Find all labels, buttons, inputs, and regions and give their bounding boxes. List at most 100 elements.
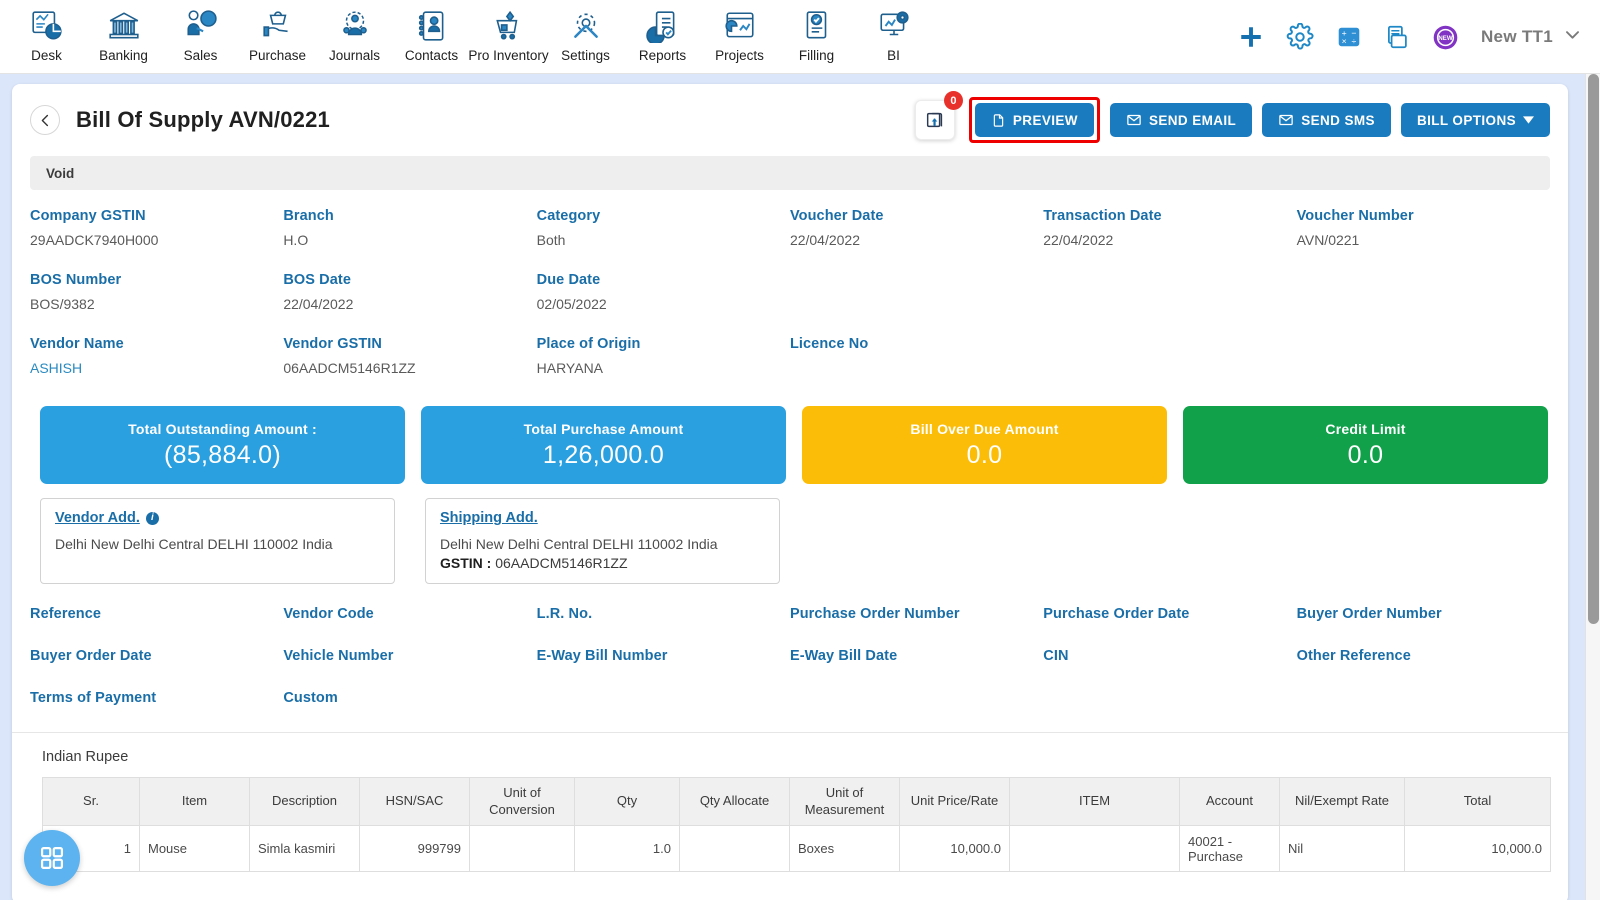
user-menu[interactable]: New TT1 <box>1481 25 1582 49</box>
field-value <box>1043 296 1284 314</box>
nav-item-label: BI <box>887 48 900 63</box>
field-row-labels: Vendor Name Vendor GSTIN Place of Origin Li… <box>30 336 1550 352</box>
nav-item-label: Projects <box>715 48 764 63</box>
field-cell: BOS Date <box>283 272 536 288</box>
field-cell: Vendor Name <box>30 336 283 352</box>
nav-item-filling[interactable]: Filling <box>778 0 855 63</box>
nav-item-settings[interactable]: Settings <box>547 0 624 63</box>
field-cell: BOS/9382 <box>30 288 283 314</box>
field-cell: 22/04/2022 <box>790 224 1043 250</box>
nav-item-sales[interactable]: Sales <box>162 0 239 63</box>
field-cell: Licence No <box>790 336 1043 352</box>
field-label: Buyer Order Number <box>1296 606 1442 622</box>
svg-text:×: × <box>1342 36 1347 46</box>
detail-header: Bill Of Supply AVN/0221 0 PREVIEW SEND E… <box>12 84 1568 156</box>
nav-item-label: Filling <box>798 48 835 63</box>
nav-item-journals[interactable]: Journals <box>316 0 393 63</box>
send-sms-button[interactable]: SEND SMS <box>1262 103 1391 137</box>
field-cell: Buyer Order Date <box>30 648 283 664</box>
notes-icon[interactable] <box>1384 24 1410 50</box>
contacts-icon <box>415 6 449 46</box>
field-cell: Vendor Code <box>283 606 536 622</box>
field-cell <box>1297 352 1550 378</box>
attachment-upload[interactable]: 0 <box>914 91 963 140</box>
summary-card: Bill Over Due Amount 0.0 <box>802 406 1167 484</box>
shipping-address-title[interactable]: Shipping Add. <box>440 510 538 526</box>
table-cell-hsn-sac: 999799 <box>359 825 470 872</box>
chevron-down-icon <box>1563 25 1582 49</box>
settings-icon <box>569 6 603 46</box>
field-cell: AVN/0221 <box>1297 224 1550 250</box>
apps-grid-icon[interactable] <box>24 830 80 886</box>
attachment-count-badge: 0 <box>943 91 963 110</box>
table-column-header: Sr. <box>42 777 140 826</box>
table-cell-unit-of-measurement: Boxes <box>789 825 900 872</box>
field-cell: Voucher Number <box>1297 208 1550 224</box>
table-cell-item[interactable]: Mouse <box>139 825 250 872</box>
field-value <box>790 360 1031 378</box>
field-value: 29AADCK7940H000 <box>30 232 159 248</box>
nav-item-desk[interactable]: Desk <box>8 0 85 63</box>
inventory-icon <box>492 6 526 46</box>
table-row: 1 Mouse Simla kasmiri 999799 1.0 Boxes 10,000.… <box>42 825 1551 872</box>
field-label: Buyer Order Date <box>30 648 152 664</box>
currency-label: Indian Rupee <box>42 749 129 765</box>
field-cell <box>1043 352 1296 378</box>
field-cell: Both <box>537 224 790 250</box>
vendor-address-title[interactable]: Vendor Add. i <box>55 510 159 526</box>
nav-item-pro-inventory[interactable]: Pro Inventory <box>468 0 549 63</box>
new-badge-icon[interactable]: NEW <box>1432 24 1459 51</box>
send-email-button-label: SEND EMAIL <box>1148 112 1237 128</box>
summary-card-title: Total Outstanding Amount : <box>128 420 317 437</box>
scrollbar-thumb[interactable] <box>1588 74 1599 624</box>
field-value <box>1297 296 1538 314</box>
nav-item-label: Purchase <box>248 48 307 63</box>
nav-item-label: Reports <box>638 48 687 63</box>
field-cell: Due Date <box>537 272 790 288</box>
shipping-gstin-value: 06AADCM5146R1ZZ <box>495 555 628 571</box>
nav-item-banking[interactable]: Banking <box>85 0 162 63</box>
summary-card-value: 0.0 <box>966 440 1003 469</box>
summary-card-title: Credit Limit <box>1325 420 1406 437</box>
dashboard-icon <box>30 6 64 46</box>
field-value[interactable]: ASHISH <box>30 360 271 378</box>
calculator-icon[interactable]: + − × ÷ <box>1336 24 1362 50</box>
nav-item-reports[interactable]: Reports <box>624 0 701 63</box>
preview-highlight-box: PREVIEW <box>968 97 1100 143</box>
nav-item-contacts[interactable]: Contacts <box>393 0 470 63</box>
table-cell-account: 40021 - Purchase <box>1179 825 1280 872</box>
table-column-header: Item <box>139 777 250 826</box>
envelope-icon <box>1126 112 1142 128</box>
page-body: Bill Of Supply AVN/0221 0 PREVIEW SEND E… <box>0 74 1600 900</box>
field-label: Category <box>536 208 601 224</box>
vertical-scrollbar[interactable] <box>1585 74 1600 900</box>
field-cell <box>1297 690 1550 706</box>
send-email-button[interactable]: SEND EMAIL <box>1109 103 1253 137</box>
nav-item-purchase[interactable]: Purchase <box>239 0 316 63</box>
field-label: Branch <box>283 208 334 224</box>
field-row-values: 29AADCK7940H000 H.O Both 22/04/2022 22/04/20… <box>30 224 1550 250</box>
field-cell: Buyer Order Number <box>1297 606 1550 622</box>
field-cell <box>1043 336 1296 352</box>
field-label: Voucher Number <box>1296 208 1414 224</box>
preview-button[interactable]: PREVIEW <box>974 103 1094 137</box>
field-cell <box>537 690 790 706</box>
field-label: BOS Date <box>283 272 351 288</box>
field-label: Vendor GSTIN <box>283 336 382 352</box>
nav-item-projects[interactable]: Projects <box>701 0 778 63</box>
vendor-address-box: Vendor Add. i Delhi New Delhi Central DE… <box>40 498 395 584</box>
field-cell: H.O <box>283 224 536 250</box>
add-icon[interactable] <box>1238 24 1264 50</box>
field-row-values: BOS/9382 22/04/2022 02/05/2022 <box>30 288 1550 314</box>
detail-fields: Company GSTIN Branch Category Voucher Date T… <box>12 190 1568 378</box>
gear-icon[interactable] <box>1286 23 1314 51</box>
field-cell: CIN <box>1043 648 1296 664</box>
back-arrow-icon[interactable] <box>30 105 60 135</box>
field-value: H.O <box>283 232 309 248</box>
info-icon[interactable]: i <box>145 511 159 525</box>
bill-detail-card: Bill Of Supply AVN/0221 0 PREVIEW SEND E… <box>12 84 1568 900</box>
bill-options-button[interactable]: BILL OPTIONS <box>1400 103 1550 137</box>
field-cell: BOS Number <box>30 272 283 288</box>
field-value: 02/05/2022 <box>536 296 607 312</box>
nav-item-bi[interactable]: BI <box>855 0 932 63</box>
